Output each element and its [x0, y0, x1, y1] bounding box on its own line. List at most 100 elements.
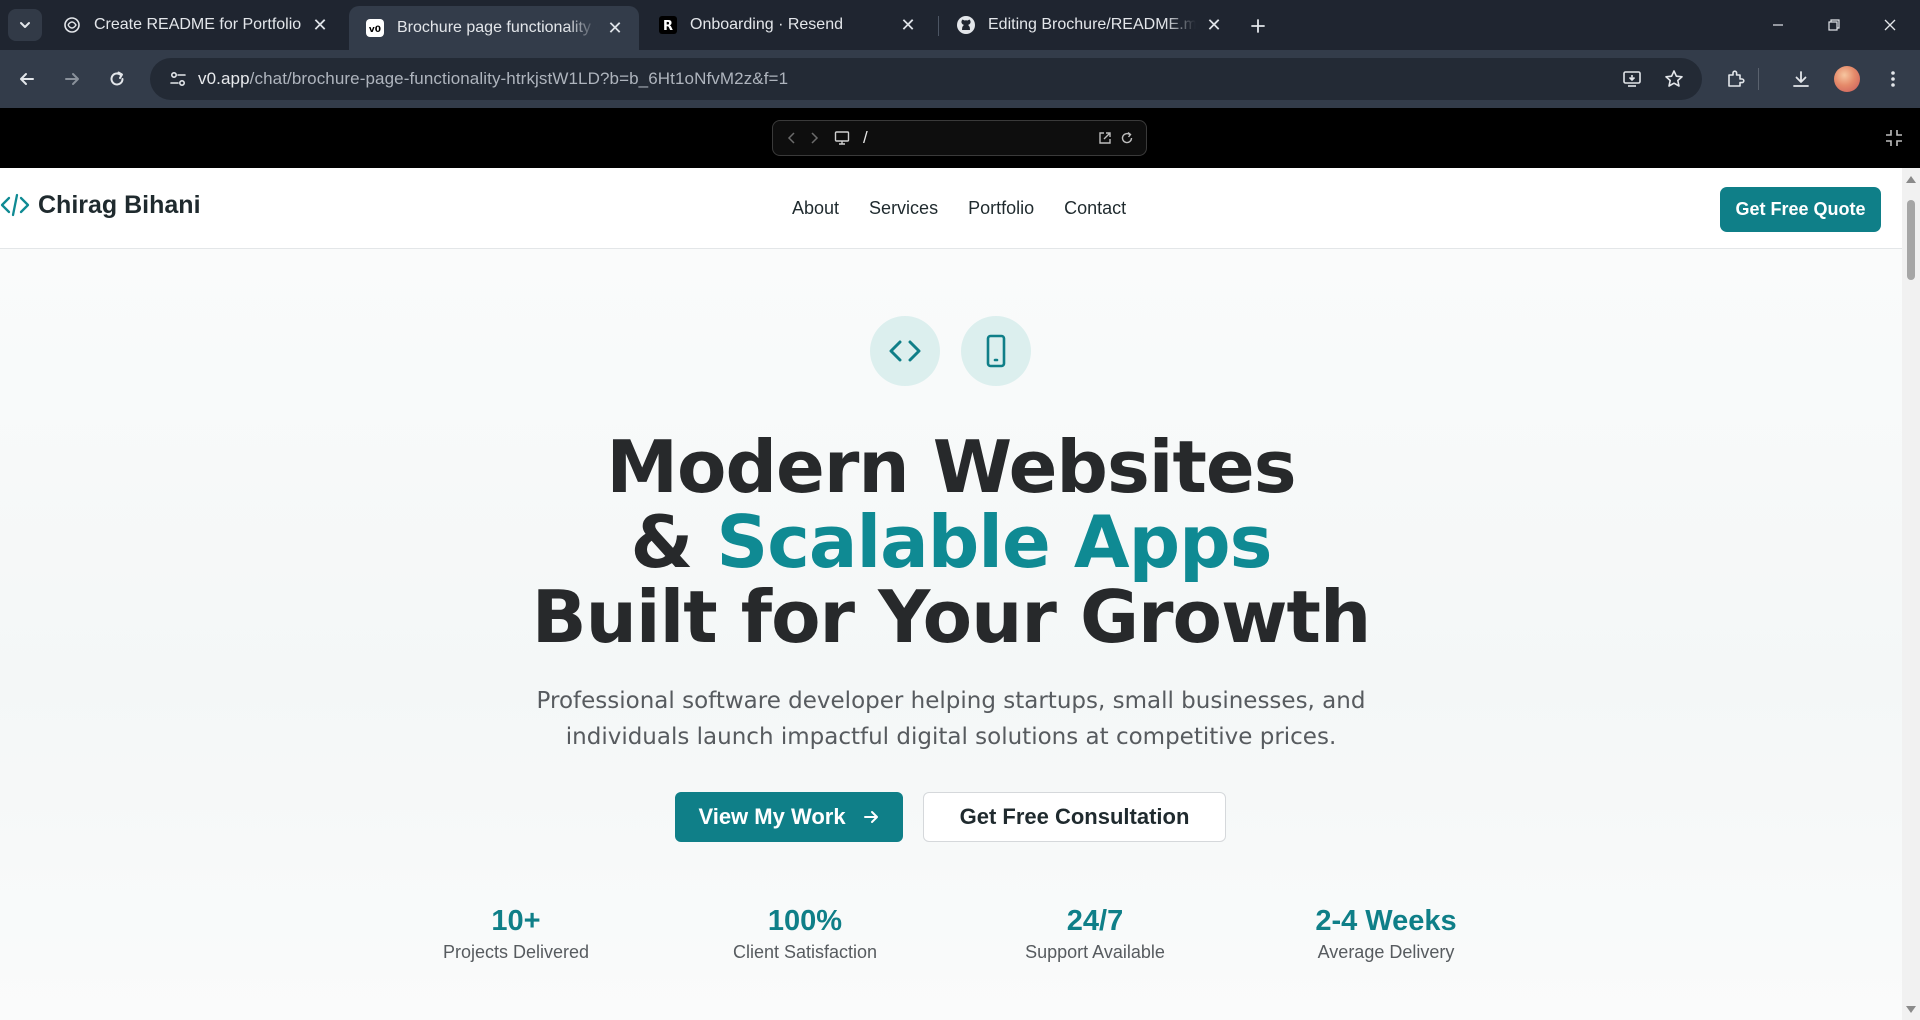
headline-line-1: Modern Websites — [606, 425, 1296, 509]
tab-search-button[interactable] — [8, 9, 42, 41]
tab-title: Onboarding · Resend — [690, 16, 843, 33]
arrow-left-icon — [20, 73, 34, 85]
reload-button[interactable] — [100, 62, 134, 96]
minimize-icon — [1773, 24, 1783, 26]
brand-name: Chirag Bihani — [38, 190, 201, 219]
stat-label: Projects Delivered — [442, 942, 590, 962]
stat-delivery: 2-4 Weeks Average Delivery — [1256, 904, 1516, 963]
v0-icon: v0 — [365, 18, 385, 38]
scroll-thumb[interactable] — [1907, 200, 1915, 280]
stat-value: 24/7 — [1066, 905, 1124, 937]
page-scrollbar[interactable] — [1902, 168, 1920, 1020]
arrow-right-icon — [863, 811, 878, 823]
restore-icon — [1828, 19, 1840, 31]
hero-subheading: Professional software developer helping … — [0, 683, 1902, 755]
close-window-button[interactable] — [1862, 0, 1918, 50]
site-header: Chirag Bihani About Services Portfolio C… — [0, 168, 1902, 249]
nav-link-contact[interactable]: Contact — [1064, 198, 1126, 219]
hero-icons — [870, 316, 1031, 386]
close-icon[interactable]: ✕ — [898, 15, 918, 35]
minimize-button[interactable] — [1750, 0, 1806, 50]
tab-title: Editing Brochure/README.md at — [988, 16, 1196, 33]
forward-button[interactable] — [55, 62, 89, 96]
avatar — [1834, 66, 1860, 92]
address-bar[interactable]: v0.app/chat/brochure-page-functionality-… — [150, 58, 1702, 100]
tab-create-readme[interactable]: Create README for Portfolio ✕ — [46, 6, 344, 44]
svg-text:R: R — [663, 19, 673, 34]
stat-satisfaction: 100% Client Satisfaction — [675, 904, 935, 963]
svg-text:v0: v0 — [369, 25, 381, 35]
stat-value: 2-4 Weeks — [1315, 905, 1457, 937]
scroll-down-arrow[interactable] — [1906, 1006, 1916, 1013]
tab-onboarding-resend[interactable]: R Onboarding · Resend ✕ — [642, 6, 932, 44]
puzzle-icon — [1728, 70, 1745, 87]
stat-label: Client Satisfaction — [732, 942, 878, 962]
headline-line-3: Built for Your Growth — [531, 575, 1371, 659]
site-logo[interactable]: Chirag Bihani — [0, 190, 201, 220]
nav-link-services[interactable]: Services — [869, 198, 938, 219]
subheading-line-2: individuals launch impactful digital sol… — [565, 724, 1337, 750]
refresh-icon[interactable] — [1116, 121, 1138, 155]
url-path: /chat/brochure-page-functionality-htrkjs… — [249, 69, 789, 88]
preview-address-box[interactable]: / — [772, 120, 1147, 156]
main-nav: About Services Portfolio Contact — [792, 198, 1156, 219]
desktop-icon[interactable] — [831, 121, 853, 155]
close-icon[interactable]: ✕ — [310, 15, 330, 35]
stat-label: Average Delivery — [1317, 942, 1455, 962]
minimize-arrows-icon — [1886, 130, 1902, 146]
preview-toolbar: / — [0, 108, 1920, 168]
headline-line-2: & Scalable Apps — [0, 505, 1902, 580]
close-icon[interactable]: ✕ — [605, 18, 625, 38]
new-tab-button[interactable] — [1244, 12, 1272, 40]
url-host: v0.app — [198, 69, 250, 88]
toolbar-divider — [1758, 68, 1759, 90]
tab-github-readme[interactable]: Editing Brochure/README.md at ✕ — [940, 6, 1238, 44]
headline-prefix: & — [630, 500, 717, 584]
stat-value: 100% — [767, 905, 843, 937]
reload-icon — [110, 71, 124, 86]
restore-button[interactable] — [1806, 0, 1862, 50]
browser-toolbar: v0.app/chat/brochure-page-functionality-… — [0, 50, 1920, 108]
arrow-right-icon — [65, 73, 79, 85]
chevron-down-icon — [20, 22, 30, 28]
headline-accent: Scalable Apps — [716, 500, 1272, 584]
downloads-button[interactable] — [1784, 62, 1818, 96]
get-free-consultation-button[interactable]: Get Free Consultation — [923, 792, 1226, 842]
chatgpt-icon — [62, 15, 82, 35]
preview-path[interactable]: / — [863, 128, 1094, 148]
tab-title: Brochure page functionality - v0 — [397, 19, 597, 36]
exit-fullscreen-button[interactable] — [1882, 126, 1906, 150]
page-viewport: Chirag Bihani About Services Portfolio C… — [0, 168, 1902, 1020]
bookmark-star-icon[interactable] — [1656, 58, 1692, 100]
smartphone-icon — [961, 316, 1031, 386]
close-icon[interactable]: ✕ — [1204, 15, 1224, 35]
site-info-icon[interactable] — [158, 58, 198, 100]
profile-button[interactable] — [1830, 62, 1864, 96]
stat-projects: 10+ Projects Delivered — [386, 904, 646, 963]
install-app-icon[interactable] — [1614, 58, 1650, 100]
tab-title: Create README for Portfolio — [94, 16, 302, 33]
subheading-line-1: Professional software developer helping … — [536, 688, 1366, 714]
tab-brochure-v0[interactable]: v0 Brochure page functionality - v0 ✕ — [349, 6, 639, 50]
chevron-left-icon[interactable] — [781, 121, 803, 155]
view-my-work-button[interactable]: View My Work — [675, 792, 903, 842]
code-icon — [870, 316, 940, 386]
menu-button[interactable] — [1876, 62, 1910, 96]
tab-strip: Create README for Portfolio ✕ v0 Brochur… — [0, 0, 1920, 50]
chevron-right-icon[interactable] — [803, 121, 825, 155]
more-vertical-icon — [1891, 71, 1895, 87]
code-icon — [0, 193, 30, 217]
url-text[interactable]: v0.app/chat/brochure-page-functionality-… — [198, 69, 788, 89]
extensions-button[interactable] — [1718, 62, 1752, 96]
get-free-quote-button[interactable]: Get Free Quote — [1720, 187, 1881, 232]
nav-link-about[interactable]: About — [792, 198, 839, 219]
view-my-work-label: View My Work — [698, 804, 846, 829]
scroll-up-arrow[interactable] — [1906, 176, 1916, 183]
hero-headline: Modern Websites & Scalable Apps Built fo… — [0, 430, 1902, 655]
tab-divider — [938, 16, 939, 36]
github-icon — [956, 15, 976, 35]
plus-icon — [1251, 19, 1265, 33]
nav-link-portfolio[interactable]: Portfolio — [968, 198, 1034, 219]
open-external-icon[interactable] — [1094, 121, 1116, 155]
back-button[interactable] — [10, 62, 44, 96]
